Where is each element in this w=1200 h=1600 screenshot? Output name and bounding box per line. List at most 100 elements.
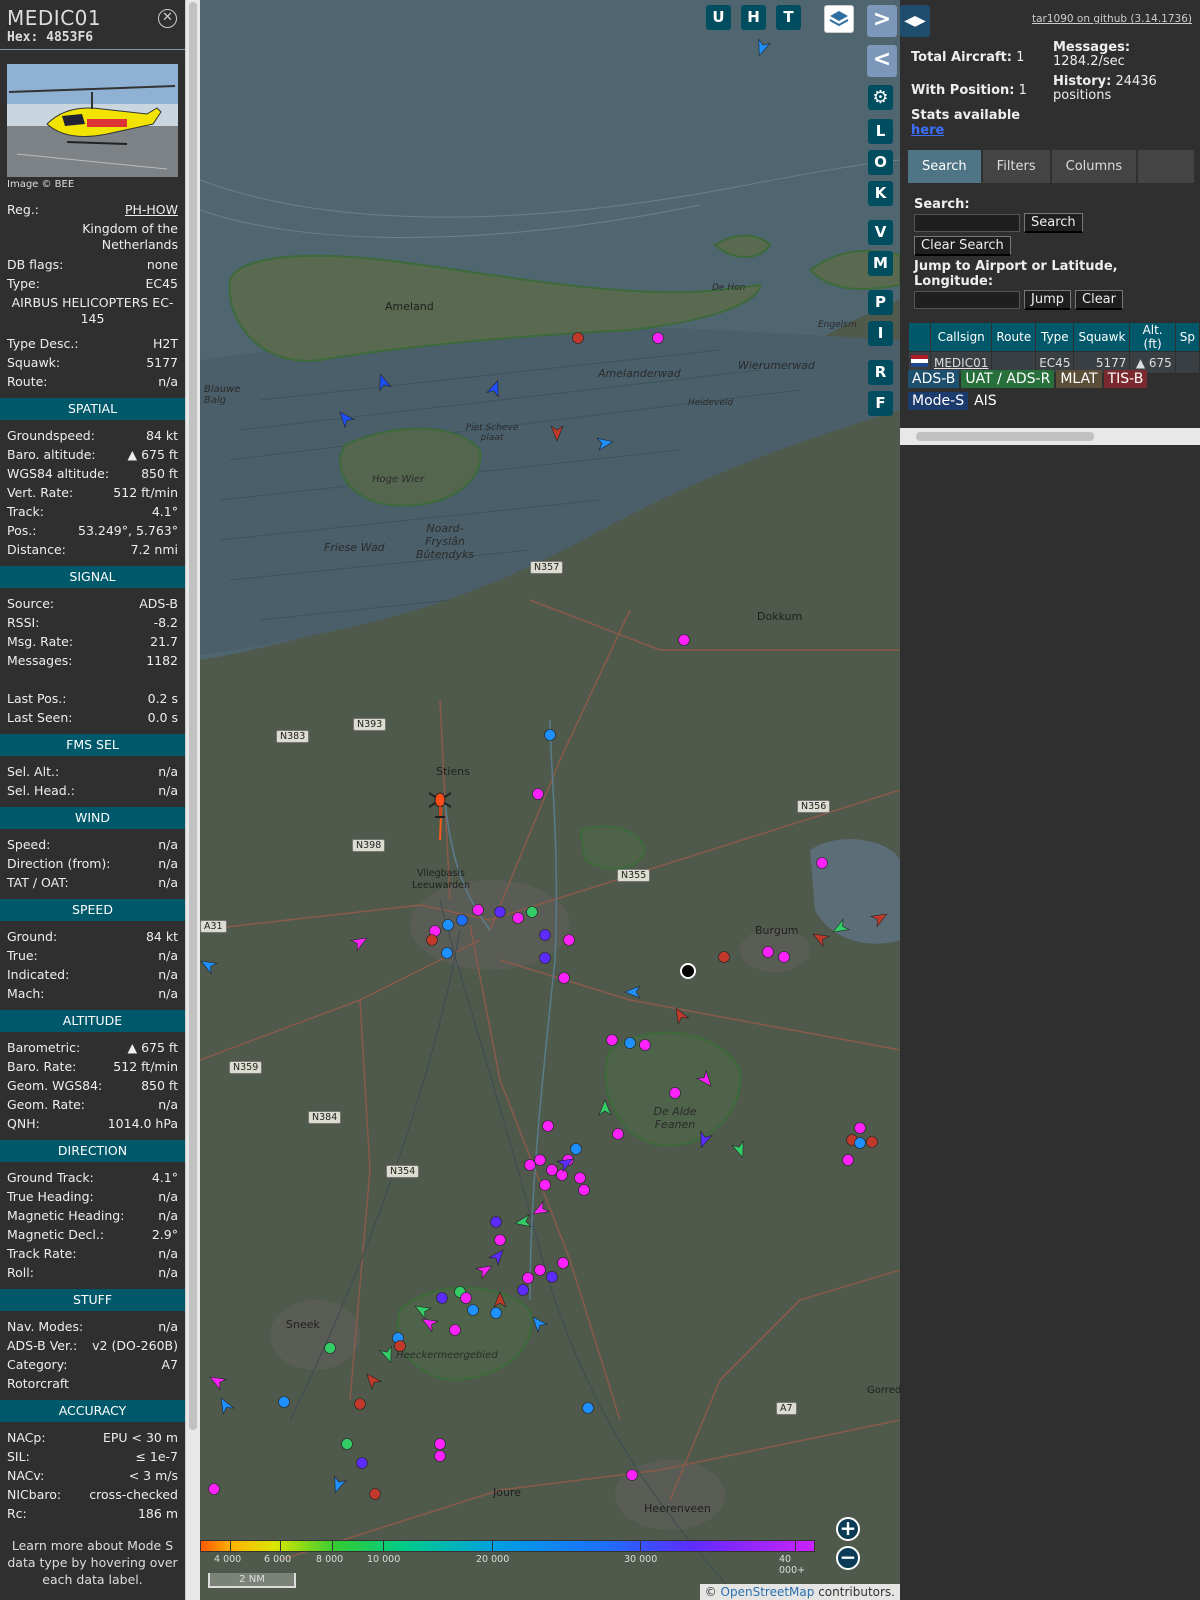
aircraft-arrow-marker[interactable] (335, 408, 356, 429)
aircraft-arrow-marker[interactable] (514, 1214, 532, 1229)
expand-toggle-icon[interactable]: ◀▶ (900, 5, 930, 37)
column-header[interactable]: Route (991, 322, 1037, 352)
aircraft-dot-marker[interactable] (626, 1469, 638, 1481)
aircraft-arrow-marker[interactable] (598, 1099, 612, 1116)
tab-search[interactable]: Search (908, 150, 981, 183)
map-button-k[interactable]: K (868, 181, 893, 206)
aircraft-dot-marker[interactable] (490, 1307, 502, 1319)
zoom-in-button[interactable]: + (836, 1517, 860, 1541)
aircraft-dot-marker[interactable] (557, 1257, 569, 1269)
aircraft-dot-marker[interactable] (522, 1272, 534, 1284)
aircraft-dot-marker[interactable] (517, 1284, 529, 1296)
aircraft-dot-marker[interactable] (854, 1137, 866, 1149)
aircraft-dot-marker[interactable] (816, 857, 828, 869)
aircraft-dot-marker[interactable] (354, 1398, 366, 1410)
aircraft-dot-marker[interactable] (546, 1271, 558, 1283)
aircraft-dot-marker[interactable] (356, 1457, 368, 1469)
aircraft-dot-marker[interactable] (718, 951, 730, 963)
aircraft-arrow-marker[interactable] (869, 909, 890, 928)
aircraft-arrow-marker[interactable] (375, 372, 392, 392)
aircraft-dot-marker[interactable] (866, 1136, 878, 1148)
aircraft-dot-marker[interactable] (539, 1179, 551, 1191)
jump-input[interactable] (914, 291, 1020, 309)
aircraft-dot-marker[interactable] (324, 1342, 336, 1354)
aircraft-arrow-marker[interactable] (830, 918, 851, 937)
aircraft-dot-marker[interactable] (854, 1122, 866, 1134)
map-button-i[interactable]: I (868, 321, 893, 346)
aircraft-arrow-marker[interactable] (419, 1314, 440, 1333)
column-header[interactable] (908, 322, 931, 352)
aircraft-dot-marker[interactable] (842, 1154, 854, 1166)
scrollbar-thumb[interactable] (189, 2, 197, 1430)
aircraft-dot-marker[interactable] (494, 1234, 506, 1246)
aircraft-dot-marker[interactable] (563, 934, 575, 946)
aircraft-dot-marker[interactable] (574, 1172, 586, 1184)
aircraft-dot-marker[interactable] (442, 919, 454, 931)
settings-gear-icon[interactable]: ⚙ (868, 85, 893, 110)
map-button-h[interactable]: H (741, 5, 766, 30)
aircraft-dot-marker[interactable] (624, 1037, 636, 1049)
aircraft-dot-marker[interactable] (556, 1169, 568, 1181)
aircraft-dot-marker[interactable] (534, 1264, 546, 1276)
aircraft-arrow-marker[interactable] (731, 1140, 748, 1159)
detail-value[interactable]: PH-HOW (125, 200, 178, 219)
map-button-o[interactable]: O (868, 150, 893, 175)
layers-icon[interactable] (824, 5, 854, 33)
aircraft-dot-marker[interactable] (542, 1120, 554, 1132)
scrollbar-thumb[interactable] (916, 432, 1094, 441)
aircraft-arrow-marker[interactable] (216, 1395, 235, 1416)
aircraft-dot-marker[interactable] (467, 1304, 479, 1316)
map-view[interactable]: Ameland Amelanderwad Wierumerwad Heideve… (200, 0, 900, 1600)
chevron-right-icon[interactable]: > (867, 5, 897, 37)
map-button-l[interactable]: L (868, 119, 893, 144)
aircraft-dot-marker[interactable] (341, 1438, 353, 1450)
zoom-out-button[interactable]: − (836, 1546, 860, 1570)
map-button-r[interactable]: R (868, 360, 893, 385)
openstreetmap-link[interactable]: OpenStreetMap (721, 1585, 815, 1599)
map-button-m[interactable]: M (868, 251, 893, 276)
aircraft-dot-marker[interactable] (534, 1154, 546, 1166)
aircraft-arrow-marker[interactable] (810, 929, 831, 948)
aircraft-arrow-marker[interactable] (330, 1475, 347, 1494)
aircraft-dot-marker[interactable] (558, 972, 570, 984)
table-horizontal-scrollbar[interactable] (900, 428, 1200, 445)
aircraft-dot-marker[interactable] (524, 1159, 536, 1171)
aircraft-dot-marker[interactable] (539, 929, 551, 941)
map-button-p[interactable]: P (868, 290, 893, 315)
aircraft-dot-marker[interactable] (369, 1488, 381, 1500)
aircraft-dot-marker[interactable] (669, 1087, 681, 1099)
aircraft-dot-marker[interactable] (490, 1216, 502, 1228)
aircraft-arrow-marker[interactable] (412, 1301, 433, 1320)
column-header[interactable]: Sp (1174, 322, 1200, 352)
aircraft-dot-marker[interactable] (570, 1143, 582, 1155)
aircraft-dot-marker[interactable] (578, 1184, 590, 1196)
aircraft-dot-marker[interactable] (278, 1396, 290, 1408)
column-header[interactable]: Type (1035, 322, 1075, 352)
aircraft-dot-marker[interactable] (678, 634, 690, 646)
aircraft-dot-marker[interactable] (208, 1483, 220, 1495)
aircraft-dot-marker[interactable] (546, 1164, 558, 1176)
aircraft-dot-marker[interactable] (606, 1034, 618, 1046)
aircraft-arrow-marker[interactable] (671, 1005, 690, 1026)
aircraft-arrow-marker[interactable] (550, 425, 564, 442)
chevron-left-icon[interactable]: < (867, 45, 897, 77)
github-link[interactable]: tar1090 on github (3.14.1736) (1032, 13, 1192, 25)
clear-search-button[interactable]: Clear Search (914, 236, 1011, 256)
tab-filters[interactable]: Filters (982, 150, 1050, 183)
aircraft-dot-marker[interactable] (572, 332, 584, 344)
aircraft-dot-marker[interactable] (539, 952, 551, 964)
aircraft-dot-marker[interactable] (436, 1292, 448, 1304)
aircraft-arrow-marker[interactable] (474, 1261, 495, 1280)
aircraft-dot-marker[interactable] (460, 1292, 472, 1304)
search-button[interactable]: Search (1024, 213, 1083, 233)
aircraft-dot-marker[interactable] (472, 904, 484, 916)
aircraft-dot-marker[interactable] (762, 946, 774, 958)
map-button-u[interactable]: U (706, 5, 731, 30)
aircraft-dot-marker[interactable] (434, 1450, 446, 1462)
aircraft-arrow-marker[interactable] (754, 38, 771, 57)
aircraft-arrow-marker[interactable] (349, 933, 370, 952)
aircraft-arrow-marker[interactable] (362, 1370, 383, 1391)
close-icon[interactable]: ✕ (158, 9, 177, 28)
aircraft-dot-marker[interactable] (778, 951, 790, 963)
aircraft-arrow-marker[interactable] (624, 985, 641, 999)
